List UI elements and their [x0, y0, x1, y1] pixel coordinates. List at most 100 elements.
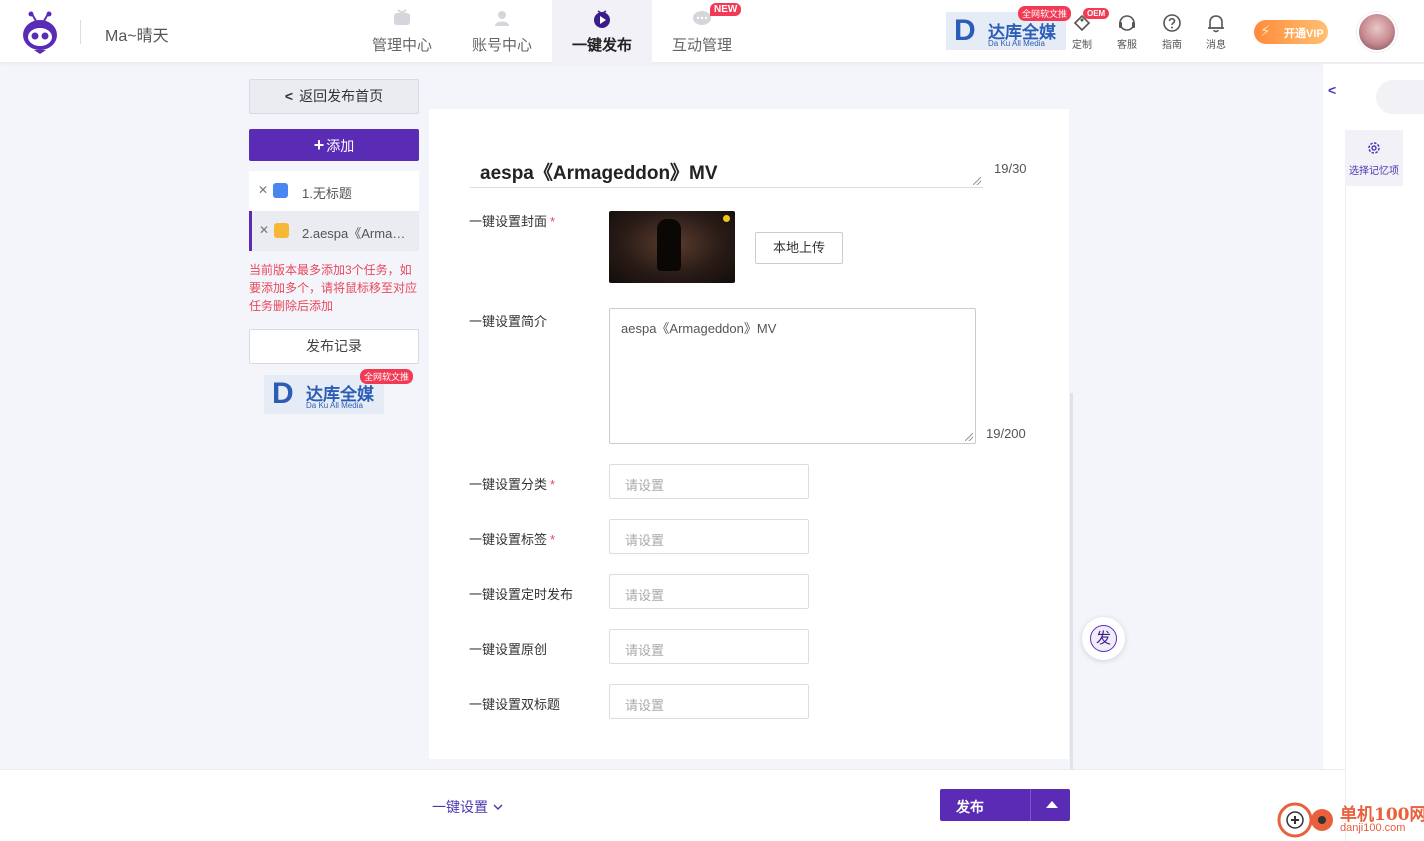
custom-button[interactable]: 定制 [1062, 12, 1102, 51]
tool-label: 消息 [1206, 40, 1226, 51]
chevron-left-icon[interactable]: < [1328, 82, 1336, 98]
video-icon [274, 223, 289, 238]
publish-record-button[interactable]: 发布记录 [249, 329, 419, 364]
scrollbar[interactable] [1070, 393, 1073, 769]
original-select[interactable]: 请设置 [609, 629, 809, 664]
messages-button[interactable]: 消息 [1196, 12, 1236, 51]
watermark: 单机100网 danji100.com [1276, 798, 1424, 841]
drawer-divider [1345, 185, 1346, 841]
title-value: aespa《Armageddon》MV [480, 163, 718, 184]
add-label: 添加 [326, 138, 355, 154]
schedule-label: 一键设置定时发布 [469, 587, 574, 602]
nav-label: 管理中心 [371, 37, 432, 54]
nav-one-click-publish[interactable]: 一键发布 [552, 0, 652, 63]
gear-icon [1345, 140, 1403, 159]
cover-badge-icon [723, 215, 730, 222]
add-task-button[interactable]: + 添加 [249, 129, 419, 161]
select-memory-button[interactable]: 选择记忆项 [1345, 130, 1403, 186]
account-icon [493, 9, 511, 31]
chat-icon [692, 9, 712, 31]
close-icon[interactable]: ✕ [258, 183, 268, 197]
username: Ma~晴天 [105, 28, 169, 45]
help-circle-icon [1152, 12, 1192, 34]
category-select[interactable]: 请设置 [609, 464, 809, 499]
headset-icon [1107, 12, 1147, 34]
chevron-down-icon [492, 799, 504, 815]
nav-label: 一键发布 [571, 37, 632, 54]
guide-button[interactable]: 指南 [1152, 12, 1192, 51]
floating-publish-button[interactable]: 发 [1082, 617, 1125, 660]
nav-management-center[interactable]: 管理中心 [352, 0, 452, 63]
custom-tag-icon [1062, 12, 1102, 34]
watermark-url: danji100.com [1340, 822, 1406, 834]
document-icon [273, 183, 288, 198]
original-label: 一键设置原创 [469, 642, 548, 657]
description-value: aespa《Armageddon》MV [621, 321, 777, 336]
category-label: 一键设置分类 * [469, 477, 556, 492]
caret-up-icon[interactable] [1046, 801, 1058, 808]
one-key-settings-toggle[interactable]: 一键设置 [432, 797, 504, 817]
description-textarea[interactable]: aespa《Armageddon》MV [609, 308, 976, 444]
main-nav: 管理中心 账号中心 一键发布 NEW 互动管理 [352, 0, 752, 63]
local-upload-button[interactable]: 本地上传 [755, 232, 843, 264]
task-item-active[interactable]: ✕ 2.aespa《Armageddon》MV [249, 211, 419, 251]
tags-label: 一键设置标签 * [469, 532, 556, 547]
dual-title-label: 一键设置双标题 [469, 697, 561, 712]
title-input[interactable]: aespa《Armageddon》MV [470, 148, 983, 188]
memory-label: 选择记忆项 [1349, 166, 1399, 177]
tool-label: 定制 [1072, 40, 1092, 51]
task-name: 1.无标题 [302, 186, 352, 201]
resize-handle-icon[interactable] [965, 433, 973, 441]
description-char-count: 19/200 [986, 426, 1026, 441]
nav-interaction-management[interactable]: NEW 互动管理 [652, 0, 752, 63]
vip-label: 开通VIP [1284, 28, 1324, 40]
vip-button[interactable]: ⚡ 开通VIP [1254, 20, 1328, 44]
onekey-label: 一键设置 [432, 799, 488, 815]
brand-sub: Da Ku All Media [306, 401, 363, 410]
publish-button[interactable]: 发布 [940, 789, 1070, 821]
brand-banner-left[interactable]: 全网软文推 D 达库全媒 Da Ku All Media [264, 369, 414, 414]
brand-d-icon: D [954, 14, 976, 47]
bell-icon [1196, 12, 1236, 34]
top-header: Ma~晴天 管理中心 账号中心 一键发布 NEW 互动管理 全网软文推 D 达库… [0, 0, 1424, 63]
schedule-select[interactable]: 请设置 [609, 574, 809, 609]
chevron-left-icon: < [284, 88, 294, 104]
back-to-publish-home-button[interactable]: < 返回发布首页 [249, 79, 419, 114]
task-item[interactable]: ✕ 1.无标题 [249, 171, 419, 211]
publish-play-icon [592, 9, 612, 33]
tv-icon [392, 9, 412, 31]
cover-thumbnail[interactable] [609, 211, 735, 283]
task-name: 2.aespa《Armageddon》MV [302, 226, 412, 241]
avatar[interactable] [1357, 12, 1397, 52]
drawer-pill[interactable] [1376, 80, 1424, 114]
publish-divider [1030, 789, 1031, 821]
tags-select[interactable]: 请设置 [609, 519, 809, 554]
brand-sub: Da Ku All Media [988, 39, 1045, 48]
watermark-logo-icon [1277, 802, 1333, 838]
lightning-icon: ⚡ [1260, 23, 1271, 40]
close-icon[interactable]: ✕ [259, 223, 269, 237]
tool-label: 客服 [1117, 40, 1137, 51]
publish-label: 发布 [956, 799, 984, 815]
resize-handle-icon[interactable] [973, 177, 981, 185]
dual-title-select[interactable]: 请设置 [609, 684, 809, 719]
header-divider [80, 20, 81, 44]
brand-banner-top[interactable]: 全网软文推 D 达库全媒 Da Ku All Media [946, 6, 1072, 50]
app-logo-icon[interactable] [20, 10, 60, 54]
nav-account-center[interactable]: 账号中心 [452, 0, 552, 63]
nav-label: 互动管理 [671, 37, 732, 54]
nav-label: 账号中心 [471, 37, 532, 54]
task-limit-warning: 当前版本最多添加3个任务，如要添加多个，请将鼠标移至对应任务删除后添加 [249, 263, 418, 313]
back-label: 返回发布首页 [299, 88, 384, 104]
description-label: 一键设置简介 [469, 314, 548, 329]
new-badge: NEW [710, 3, 742, 16]
bottom-bar [0, 769, 1345, 841]
publish-char-icon: 发 [1090, 625, 1117, 652]
title-char-count: 19/30 [994, 161, 1027, 176]
plus-icon: + [313, 135, 325, 155]
tool-label: 指南 [1162, 40, 1182, 51]
brand-d-icon: D [272, 377, 294, 410]
cover-figure [657, 219, 681, 271]
customer-service-button[interactable]: 客服 [1107, 12, 1147, 51]
cover-label: 一键设置封面 * [469, 214, 556, 229]
